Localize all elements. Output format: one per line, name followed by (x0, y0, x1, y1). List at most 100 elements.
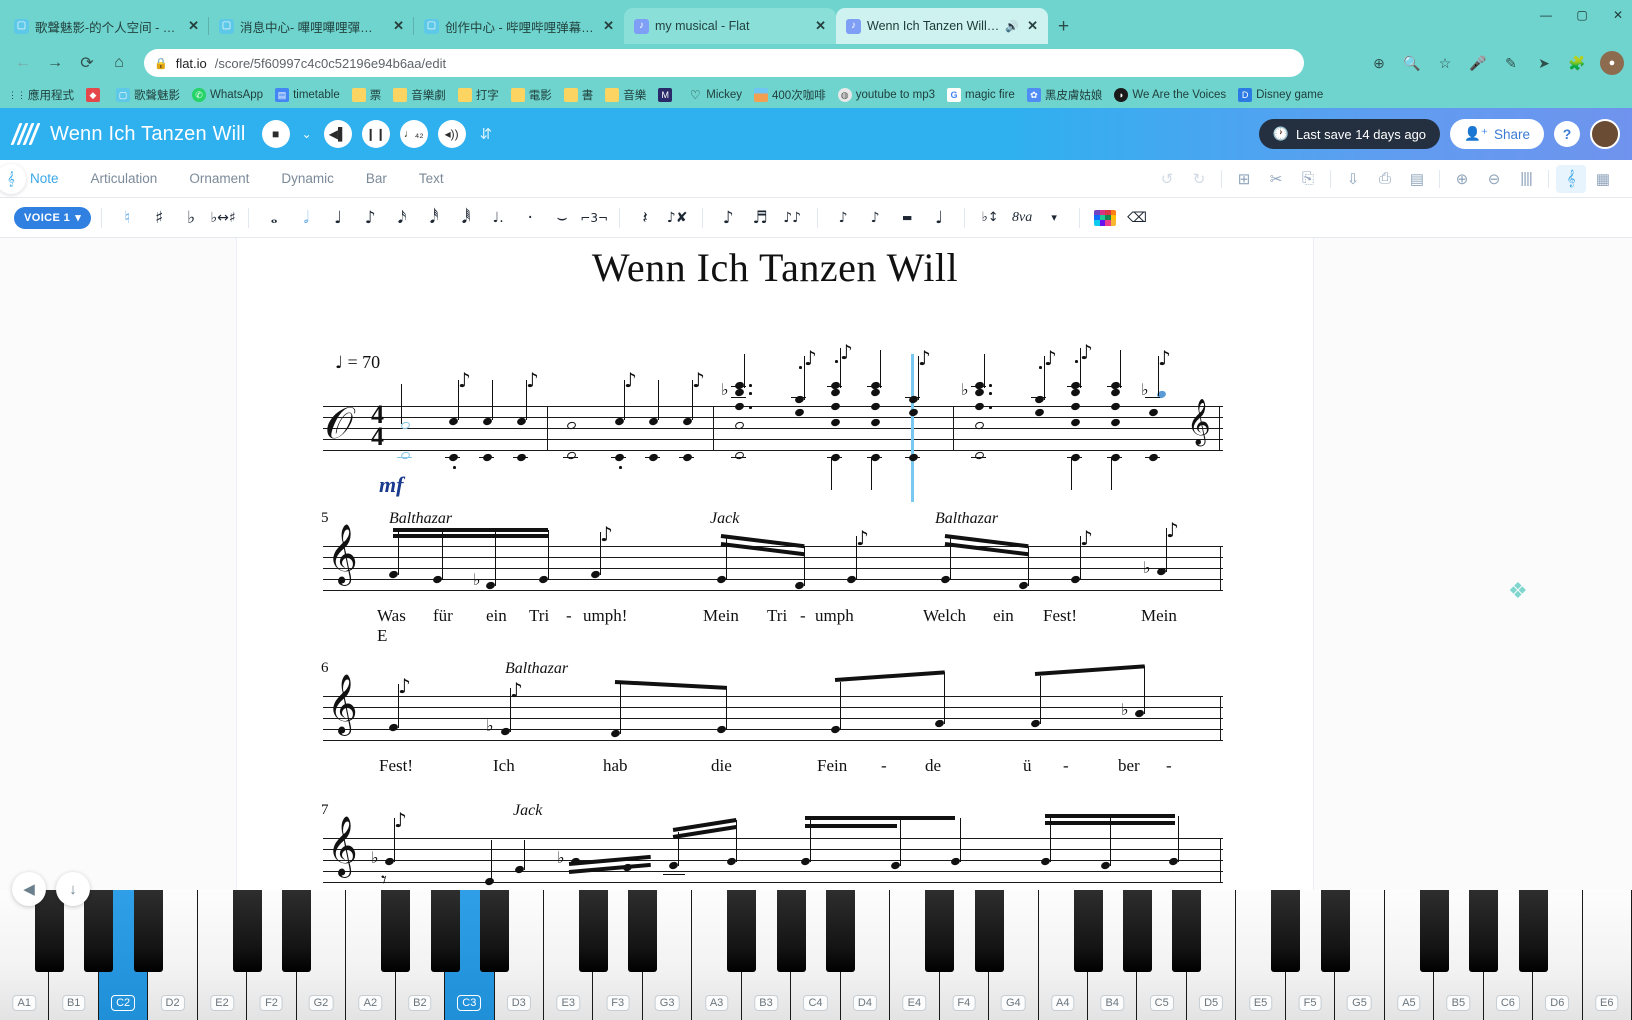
install-icon[interactable]: ⊕ (1364, 48, 1394, 78)
lyric-extra-text[interactable]: E (377, 626, 387, 646)
notehead[interactable] (734, 450, 745, 461)
score-canvas[interactable]: Wenn Ich Tanzen Will ♩ = 70 𝒪 4 4 mf ♪ ♪… (0, 238, 1632, 890)
piano-key-bsharp-3[interactable] (776, 890, 806, 972)
tie-forward-button[interactable]: ♪ (828, 203, 858, 233)
profile-avatar[interactable]: ● (1600, 51, 1624, 75)
piano-keys[interactable]: A1 B1 C2 D2 E2 F2 G2 A2 B2 C3 D3 E3 F3 G3 A3 B3 C4 D4 E4 F4… (0, 890, 1632, 1020)
forward-icon[interactable]: → (40, 48, 70, 78)
piano-collapse-button[interactable]: ↓ (56, 872, 90, 906)
barline[interactable] (1220, 696, 1222, 741)
page-title[interactable]: Wenn Ich Tanzen Will (50, 123, 246, 146)
piano-key-esharp-3[interactable] (578, 890, 608, 972)
tab-text[interactable]: Text (403, 171, 460, 186)
lyric-syllable[interactable]: Ich (493, 756, 515, 776)
bookmark-folder-6[interactable]: 音樂劇 (387, 85, 452, 105)
flat-accidental-button[interactable]: ♭ (176, 203, 206, 233)
voice-label[interactable]: Balthazar (505, 660, 568, 678)
browser-tab-0[interactable]: ▢ 歌聲魅影-的个人空间 - 哔哩哔哩 ✕ (4, 8, 209, 44)
notehead[interactable] (484, 876, 495, 887)
quarter-note-button[interactable]: ♩ (323, 203, 353, 233)
close-icon[interactable]: ✕ (186, 18, 201, 34)
undo-icon[interactable]: ↺ (1152, 165, 1182, 193)
piano-key-esharp-4[interactable] (925, 890, 955, 972)
piano-key-csharp-5[interactable] (1172, 890, 1202, 972)
piano-key-csharp-4[interactable] (826, 890, 856, 972)
bookmark-timetable[interactable]: ▤ timetable (269, 86, 346, 104)
notehead[interactable] (1070, 387, 1081, 398)
lyric-syllable[interactable]: ein (486, 606, 507, 626)
zoom-out-icon[interactable]: ⊖ (1479, 165, 1509, 193)
tie-back-button[interactable]: ♪ (860, 203, 890, 233)
piano-key-fsharp-5[interactable] (1320, 890, 1350, 972)
lyric-syllable[interactable]: Tri (529, 606, 549, 626)
browser-tab-1[interactable]: ▢ 消息中心- 嗶哩嗶哩彈幕視頻網- ✕ (208, 8, 414, 44)
add-measure-icon[interactable]: ⊞ (1229, 165, 1259, 193)
bookmark-mickey-img[interactable]: M (652, 86, 682, 104)
lyric-syllable[interactable]: umph! (583, 606, 627, 626)
notehead[interactable] (1110, 387, 1121, 398)
virtual-piano[interactable]: ◀ ↓ A1 B1 C2 D2 E2 F2 G2 A2 B2 C3 D3 E3 F3 G3 A3 B3 C4 D4… (0, 872, 1632, 1020)
edit-icon[interactable]: ✎ (1496, 48, 1526, 78)
tab-ornament[interactable]: Ornament (173, 171, 265, 186)
octave-marking-button[interactable]: 8va (1007, 203, 1037, 233)
sixteenth-note-button[interactable]: 𝅘𝅥𝅯 (387, 203, 417, 233)
piano-key-asharp-5[interactable] (1419, 890, 1449, 972)
piano-key-csharp-3[interactable] (480, 890, 510, 972)
lyric-syllable[interactable]: Fest! (379, 756, 413, 776)
double-dot-button[interactable]: · (515, 203, 545, 233)
score-system-1[interactable]: ♩ = 70 𝒪 4 4 mf ♪ ♪ ♪ ♪ ♭ ♪ ♪ ♪ ♭ ♪ ♪ ♭ … (323, 340, 1223, 518)
cursor-icon[interactable]: ➤ (1529, 48, 1559, 78)
close-icon[interactable]: ✕ (1025, 18, 1040, 34)
share-button[interactable]: 👤⁺ Share (1450, 119, 1544, 149)
back-icon[interactable]: ← (8, 48, 38, 78)
print-icon[interactable]: ⎙ (1370, 165, 1400, 193)
transpose-button[interactable]: ♭↕ (975, 203, 1005, 233)
tab-audio-icon[interactable]: 🔊 (1005, 20, 1019, 33)
octave-chevron-down-icon[interactable]: ▾ (1039, 203, 1069, 233)
barline[interactable] (1220, 838, 1222, 883)
flat-accidental-icon[interactable]: ♭ (1143, 558, 1151, 577)
piano-key-fsharp-4[interactable] (974, 890, 1004, 972)
flat-accidental-icon[interactable]: ♭ (721, 380, 729, 399)
notehead[interactable] (734, 387, 745, 398)
piano-key-asharp-4[interactable] (1073, 890, 1103, 972)
rest-button[interactable]: 𝄽 (630, 203, 660, 233)
minimize-button[interactable]: — (1538, 8, 1554, 22)
tuplet-button[interactable]: ⌐3¬ (579, 203, 609, 233)
help-button[interactable]: ? (1554, 121, 1580, 147)
lyric-syllable[interactable]: für (433, 606, 453, 626)
volume-button[interactable]: ◂)) (437, 120, 466, 148)
flat-accidental-icon[interactable]: ♭ (961, 380, 969, 399)
lyric-syllable[interactable]: ber (1118, 756, 1140, 776)
flat-logo-icon[interactable] (10, 120, 41, 148)
bookmark-panda[interactable]: ✿ 黑皮膚姑娘 (1021, 85, 1109, 105)
clear-selection-button[interactable]: ⌫ (1122, 203, 1152, 233)
paste-icon[interactable]: ⎘ (1293, 165, 1323, 193)
bookmark-whatsapp[interactable]: ✆ WhatsApp (186, 86, 269, 104)
extensions-icon[interactable]: 🧩 (1562, 48, 1592, 78)
barline[interactable] (1219, 406, 1221, 451)
flat-accidental-icon[interactable]: ♭ (371, 848, 379, 867)
bookmark-magic-fire[interactable]: G magic fire (941, 86, 1021, 104)
close-icon[interactable]: ✕ (391, 18, 406, 34)
dynamic-marking[interactable]: mf (379, 472, 403, 498)
bookmark-yt-mp3[interactable]: ◍ youtube to mp3 (832, 86, 941, 104)
voice-label[interactable]: Jack (710, 510, 739, 528)
bookmark-bilibili[interactable]: ▢ 歌聲魅影 (110, 85, 186, 105)
bookmark-folder-9[interactable]: 書 (558, 85, 600, 105)
notehead[interactable] (830, 387, 841, 398)
barline[interactable] (953, 406, 955, 451)
barline[interactable] (713, 406, 715, 451)
piano-key-fsharp-2[interactable] (282, 890, 312, 972)
new-tab-button[interactable]: + (1048, 16, 1079, 44)
piano-key-bsharp-4[interactable] (1122, 890, 1152, 972)
lyric-syllable[interactable]: hab (603, 756, 628, 776)
piano-key-fsharp-3[interactable] (628, 890, 658, 972)
notehead[interactable] (566, 450, 577, 461)
natural-accidental-button[interactable]: ♮ (112, 203, 142, 233)
notehead[interactable] (400, 450, 411, 461)
beam-notes-button[interactable]: ♬ (745, 203, 775, 233)
flat-accidental-icon[interactable]: ♭ (1121, 700, 1129, 719)
zoom-icon[interactable]: 🔍 (1397, 48, 1427, 78)
home-icon[interactable]: ⌂ (104, 48, 134, 78)
